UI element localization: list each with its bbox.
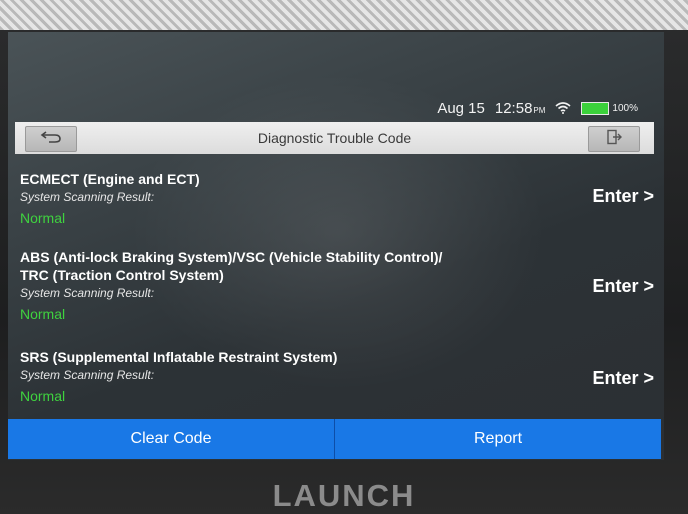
speaker-mesh <box>0 0 688 30</box>
system-name-line: TRC (Traction Control System) <box>20 267 224 283</box>
battery-indicator: 100% <box>581 101 638 115</box>
status-date: Aug 15 <box>437 99 485 117</box>
enter-button[interactable]: Enter > <box>592 186 654 207</box>
system-name-line: ABS (Anti-lock Braking System)/VSC (Vehi… <box>20 249 443 265</box>
enter-button[interactable]: Enter > <box>592 368 654 389</box>
back-button[interactable] <box>25 126 77 152</box>
title-bar: Diagnostic Trouble Code <box>15 122 654 154</box>
action-bar: Clear Code Report <box>8 419 661 459</box>
brand-logo: LAUNCH <box>272 478 416 513</box>
battery-icon <box>581 101 610 115</box>
screen-glare <box>128 72 548 392</box>
status-ampm: PM <box>533 105 546 115</box>
system-name-line: SRS (Supplemental Inflatable Restraint S… <box>20 349 338 365</box>
wifi-icon <box>555 102 571 114</box>
system-entry-srs[interactable]: SRS (Supplemental Inflatable Restraint S… <box>20 348 654 404</box>
status-time-group: 12:58PM <box>495 100 546 117</box>
status-time: 12:58 <box>494 99 533 117</box>
system-name-line: ECMECT (Engine and ECT) <box>20 171 200 187</box>
system-name: ABS (Anti-lock Braking System)/VSC (Vehi… <box>20 248 654 284</box>
scan-result-label: System Scanning Result: <box>20 286 155 300</box>
enter-button[interactable]: Enter > <box>592 276 654 297</box>
back-arrow-icon <box>40 130 62 149</box>
battery-percent: 100% <box>612 102 638 114</box>
page-title: Diagnostic Trouble Code <box>257 130 412 146</box>
scan-result-value: Normal <box>20 210 66 226</box>
system-name: ECMECT (Engine and ECT) <box>20 170 654 188</box>
scan-result-label: System Scanning Result: <box>20 368 155 382</box>
system-entry-ecmect[interactable]: ECMECT (Engine and ECT) System Scanning … <box>20 170 654 226</box>
clear-code-button[interactable]: Clear Code <box>8 419 335 459</box>
status-bar: Aug 15 12:58PM 100% <box>437 99 638 117</box>
report-button[interactable]: Report <box>335 419 661 459</box>
system-name: SRS (Supplemental Inflatable Restraint S… <box>20 348 654 366</box>
exit-button[interactable] <box>588 126 640 152</box>
scan-result-value: Normal <box>20 388 66 404</box>
exit-icon <box>606 129 622 150</box>
system-entry-abs[interactable]: ABS (Anti-lock Braking System)/VSC (Vehi… <box>20 248 654 322</box>
scan-result-label: System Scanning Result: <box>20 190 155 204</box>
scan-result-value: Normal <box>20 306 66 322</box>
